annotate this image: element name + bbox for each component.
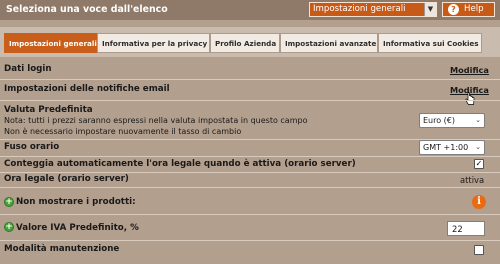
divider <box>0 79 500 80</box>
chevron-down-icon: ⌄ <box>475 116 481 124</box>
fuso-orario-select[interactable]: GMT +1:00 ⌄ <box>419 140 485 155</box>
tab-bar: Impostazioni generali Informativa per la… <box>0 27 500 57</box>
help-label: Help <box>464 4 484 14</box>
conteggia-label: Conteggia automaticamente l'ora legale q… <box>4 159 356 169</box>
tab-profilo-azienda[interactable]: Profilo Azienda <box>210 33 280 53</box>
hand-cursor-icon <box>465 92 475 105</box>
conteggia-checkbox[interactable]: ✓ <box>474 159 484 169</box>
top-bar: Seleziona una voce dall'elenco Impostazi… <box>0 0 500 20</box>
tab-informativa-privacy[interactable]: Informativa per la privacy <box>97 33 210 53</box>
divider <box>0 172 500 173</box>
plus-icon[interactable]: + <box>4 222 14 232</box>
tab-impostazioni-avanzate[interactable]: Impostazioni avanzate <box>280 33 378 53</box>
iva-label: Valore IVA Predefinito, % <box>16 223 139 233</box>
divider <box>0 100 500 101</box>
ora-legale-label: Ora legale (orario server) <box>4 174 129 184</box>
section-select-value: Impostazioni generali <box>313 4 406 14</box>
non-mostrare-label: Non mostrare i prodotti: <box>16 197 136 207</box>
page-title: Seleziona una voce dall'elenco <box>6 4 168 15</box>
help-button[interactable]: ? Help <box>442 2 495 17</box>
valuta-label: Valuta Predefinita <box>4 105 93 115</box>
valuta-select[interactable]: Euro (€) ⌄ <box>419 113 485 128</box>
iva-input[interactable]: 22 <box>447 221 485 236</box>
manutenzione-checkbox[interactable] <box>474 245 484 255</box>
valuta-select-value: Euro (€) <box>423 116 456 125</box>
dati-login-modifica-link[interactable]: Modifica <box>450 65 489 75</box>
help-icon: ? <box>448 4 459 15</box>
section-select[interactable]: Impostazioni generali ▼ <box>309 2 437 17</box>
divider <box>0 214 500 215</box>
fuso-orario-label: Fuso orario <box>4 142 60 152</box>
tab-impostazioni-generali[interactable]: Impostazioni generali <box>4 33 97 53</box>
tab-informativa-cookies[interactable]: Informativa sui Cookies <box>378 33 482 53</box>
fuso-orario-select-value: GMT +1:00 <box>423 143 469 152</box>
notifiche-label: Impostazioni delle notifiche email <box>4 84 170 94</box>
chevron-down-icon: ⌄ <box>475 143 481 151</box>
dati-login-label: Dati login <box>4 64 52 74</box>
chevron-down-icon[interactable]: ▼ <box>424 3 436 16</box>
divider <box>0 187 500 188</box>
plus-icon[interactable]: + <box>4 197 14 207</box>
valuta-note-2: Non è necessario impostare nuovamente il… <box>4 127 242 136</box>
divider <box>0 240 500 241</box>
info-icon[interactable]: i <box>472 195 486 209</box>
divider <box>0 156 500 157</box>
ora-legale-value: attiva <box>460 175 485 185</box>
valuta-note-1: Nota: tutti i prezzi saranno espressi ne… <box>4 116 308 125</box>
manutenzione-label: Modalità manutenzione <box>4 244 120 254</box>
